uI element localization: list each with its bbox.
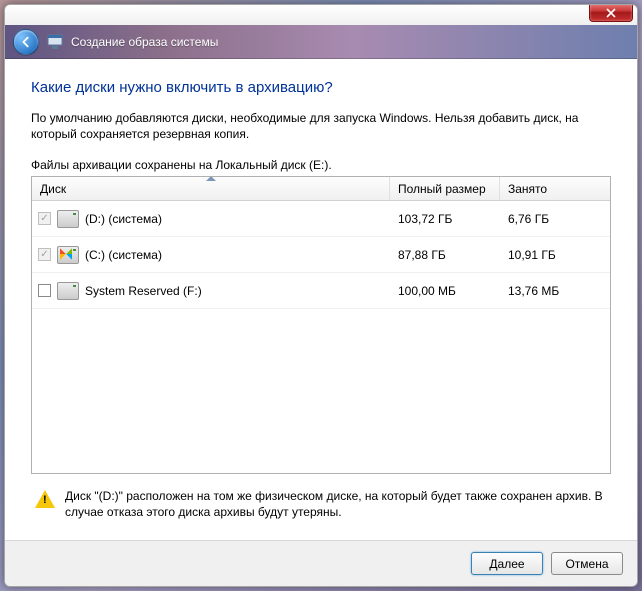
disk-size: 100,00 МБ [390, 284, 500, 298]
drive-icon [57, 210, 79, 228]
drive-icon [57, 282, 79, 300]
titlebar [5, 5, 637, 25]
sort-indicator-icon [206, 176, 216, 181]
col-header-used[interactable]: Занято [500, 177, 610, 200]
window-title: Создание образа системы [71, 35, 218, 49]
next-button-label: Далее [489, 557, 524, 571]
table-body: ✓ (D:) (система) 103,72 ГБ6,76 ГБ ✓ (C:) (си… [32, 201, 610, 472]
col-header-disk-label: Диск [40, 182, 66, 196]
content-area: Какие диски нужно включить в архивацию? … [5, 59, 637, 540]
warning-row: Диск "(D:)" расположен на том же физичес… [31, 474, 611, 530]
backup-location-text: Файлы архивации сохранены на Локальный д… [31, 158, 611, 172]
disk-label: (C:) (система) [85, 248, 162, 262]
table-row[interactable]: ✓ (C:) (система) 87,88 ГБ10,91 ГБ [32, 237, 610, 273]
col-header-used-label: Занято [508, 182, 547, 196]
warning-icon [35, 490, 55, 508]
disk-used: 6,76 ГБ [500, 212, 610, 226]
col-header-size[interactable]: Полный размер [390, 177, 500, 200]
disk-checkbox[interactable] [38, 284, 51, 297]
disk-used: 10,91 ГБ [500, 248, 610, 262]
col-header-disk[interactable]: Диск [32, 177, 390, 200]
disk-size: 87,88 ГБ [390, 248, 500, 262]
next-button[interactable]: Далее [471, 552, 543, 575]
cancel-button-label: Отмена [565, 557, 608, 571]
table-row[interactable]: ✓ (D:) (система) 103,72 ГБ6,76 ГБ [32, 201, 610, 237]
navbar: Создание образа системы [5, 25, 637, 59]
page-heading: Какие диски нужно включить в архивацию? [31, 79, 611, 96]
cancel-button[interactable]: Отмена [551, 552, 623, 575]
disk-size: 103,72 ГБ [390, 212, 500, 226]
disk-label: (D:) (система) [85, 212, 162, 226]
page-description: По умолчанию добавляются диски, необходи… [31, 110, 611, 142]
disk-table: Диск Полный размер Занято ✓ (D:) (система… [31, 176, 611, 473]
warning-text: Диск "(D:)" расположен на том же физичес… [65, 488, 607, 520]
disk-used: 13,76 МБ [500, 284, 610, 298]
windows-drive-icon [57, 246, 79, 264]
col-header-size-label: Полный размер [398, 182, 486, 196]
table-row[interactable]: System Reserved (F:) 100,00 МБ13,76 МБ [32, 273, 610, 309]
close-button[interactable] [589, 4, 633, 22]
disk-label: System Reserved (F:) [85, 284, 202, 298]
system-image-icon [47, 34, 63, 50]
table-header: Диск Полный размер Занято [32, 177, 610, 201]
close-icon [606, 8, 616, 18]
disk-checkbox: ✓ [38, 248, 51, 261]
back-button[interactable] [13, 29, 39, 55]
footer: Далее Отмена [5, 540, 637, 586]
disk-checkbox: ✓ [38, 212, 51, 225]
wizard-window: Создание образа системы Какие диски нужн… [4, 4, 638, 587]
arrow-left-icon [19, 35, 33, 49]
